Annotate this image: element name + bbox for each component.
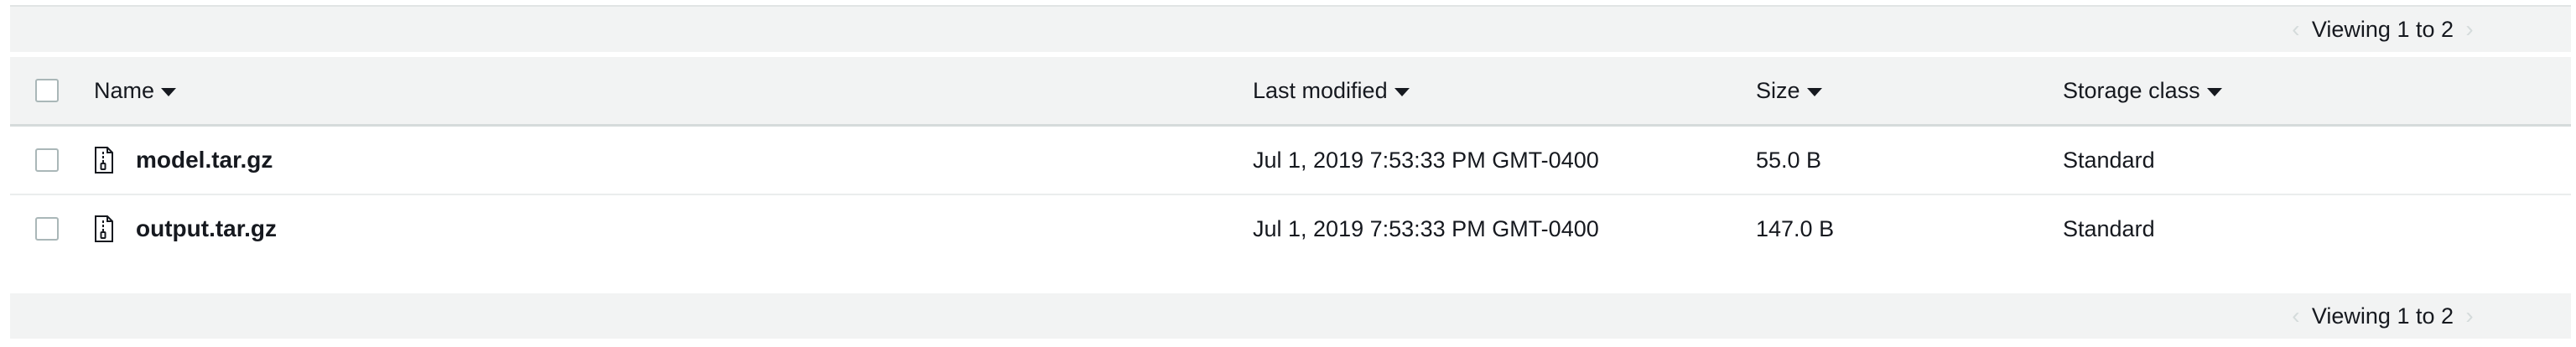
table-row[interactable]: model.tar.gz Jul 1, 2019 7:53:33 PM GMT-…: [10, 127, 2571, 195]
archive-file-icon: [95, 147, 113, 174]
storage-class-cell: Standard: [2063, 195, 2155, 262]
column-header-label: Storage class: [2063, 77, 2200, 103]
storage-class-value: Standard: [2063, 215, 2155, 241]
row-checkbox[interactable]: [35, 148, 59, 172]
pagination-bottom: ‹ Viewing 1 to 2 ›: [2283, 293, 2482, 339]
previous-page-chevron-icon[interactable]: ‹: [2283, 303, 2309, 329]
size-value: 147.0 B: [1756, 215, 1835, 241]
column-header-name[interactable]: Name: [94, 57, 177, 124]
column-header-label: Last modified: [1253, 77, 1388, 103]
column-header-label: Name: [94, 77, 155, 103]
storage-class-value: Standard: [2063, 147, 2155, 173]
previous-page-chevron-icon[interactable]: ‹: [2283, 16, 2309, 43]
size-value: 55.0 B: [1756, 147, 1822, 173]
sort-caret-icon[interactable]: [161, 88, 177, 96]
name-cell: model.tar.gz: [94, 127, 273, 194]
next-page-chevron-icon[interactable]: ›: [2457, 303, 2482, 329]
column-header-label: Size: [1756, 77, 1800, 103]
column-header-last-modified[interactable]: Last modified: [1253, 57, 1410, 124]
file-name-link[interactable]: model.tar.gz: [136, 147, 273, 174]
last-modified-cell: Jul 1, 2019 7:53:33 PM GMT-0400: [1253, 195, 1599, 262]
select-all-checkbox[interactable]: [35, 79, 59, 102]
sort-caret-icon[interactable]: [1394, 88, 1410, 96]
row-select-cell: [35, 195, 59, 262]
table-row[interactable]: output.tar.gz Jul 1, 2019 7:53:33 PM GMT…: [10, 195, 2571, 262]
column-header-size[interactable]: Size: [1756, 57, 1822, 124]
sort-caret-icon[interactable]: [2206, 88, 2222, 96]
storage-class-cell: Standard: [2063, 127, 2155, 194]
row-select-cell: [35, 127, 59, 194]
last-modified-cell: Jul 1, 2019 7:53:33 PM GMT-0400: [1253, 127, 1599, 194]
size-cell: 55.0 B: [1756, 127, 1821, 194]
table-header: Name Last modified Size Storage class: [10, 57, 2571, 127]
file-name-link[interactable]: output.tar.gz: [136, 215, 277, 242]
object-list: ‹ Viewing 1 to 2 › Name Last modified Si…: [10, 5, 2571, 262]
last-modified-value: Jul 1, 2019 7:53:33 PM GMT-0400: [1253, 147, 1599, 173]
bottom-pagination-bar: ‹ Viewing 1 to 2 ›: [10, 293, 2571, 339]
archive-file-icon: [95, 215, 113, 242]
top-pagination-bar: ‹ Viewing 1 to 2 ›: [10, 5, 2571, 52]
pagination-label: Viewing 1 to 2: [2311, 16, 2454, 42]
last-modified-value: Jul 1, 2019 7:53:33 PM GMT-0400: [1253, 215, 1599, 241]
pagination-label: Viewing 1 to 2: [2311, 303, 2454, 329]
column-header-storage-class[interactable]: Storage class: [2063, 57, 2222, 124]
name-cell: output.tar.gz: [94, 195, 277, 262]
next-page-chevron-icon[interactable]: ›: [2457, 16, 2482, 43]
select-all-cell: [35, 57, 59, 124]
size-cell: 147.0 B: [1756, 195, 1834, 262]
pagination-top: ‹ Viewing 1 to 2 ›: [2283, 7, 2482, 52]
sort-caret-icon[interactable]: [1806, 88, 1822, 96]
row-checkbox[interactable]: [35, 217, 59, 241]
